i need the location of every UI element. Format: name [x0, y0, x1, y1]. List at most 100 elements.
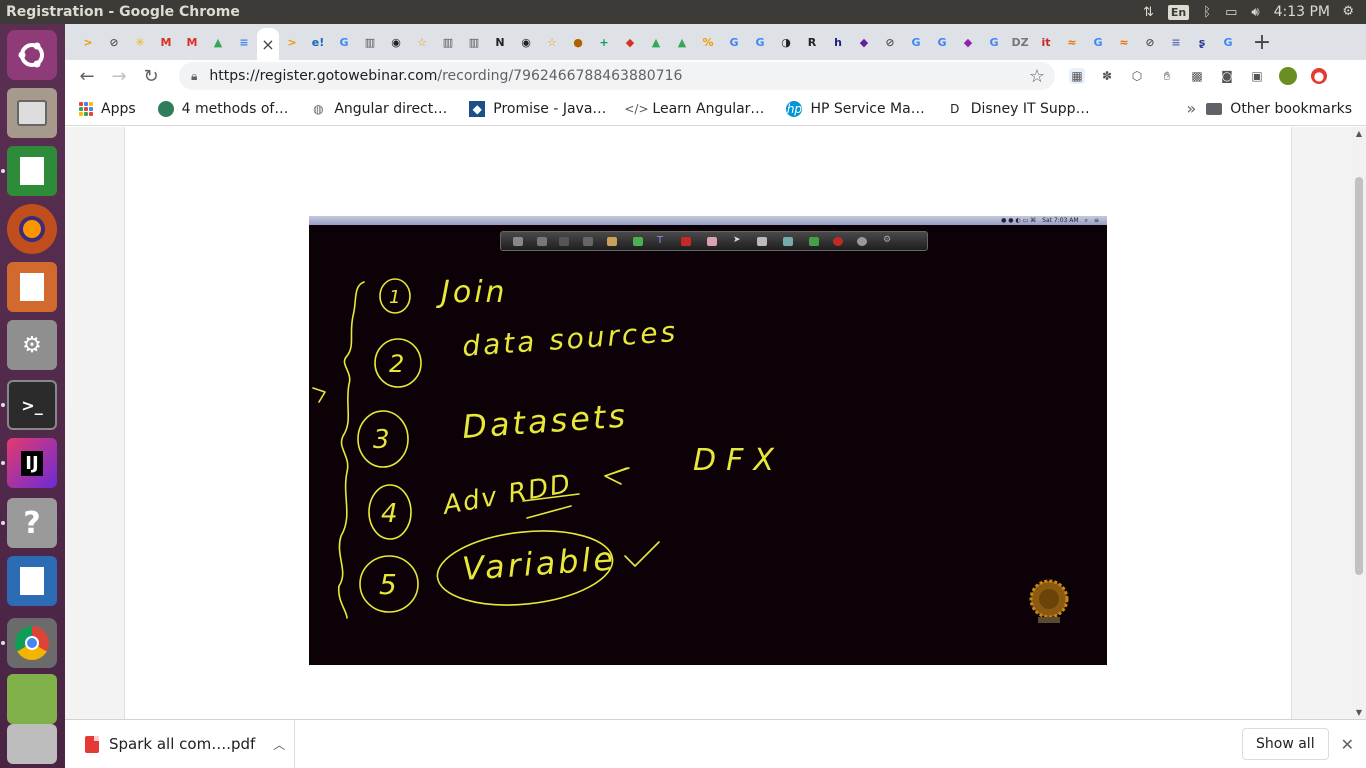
tab[interactable]: %	[695, 24, 721, 60]
other-bookmarks[interactable]: Other bookmarks	[1206, 101, 1352, 117]
libreoffice-writer-icon[interactable]	[7, 556, 57, 606]
bookmark-star-icon[interactable]: ☆	[1029, 66, 1045, 87]
keyboard-layout-indicator[interactable]: En	[1167, 4, 1190, 20]
tab[interactable]: ≈	[1111, 24, 1137, 60]
extension-paw-icon[interactable]: ✽	[1099, 68, 1115, 84]
tab[interactable]: ▲	[205, 24, 231, 60]
tab[interactable]: ⊘	[1137, 24, 1163, 60]
files-icon[interactable]	[7, 88, 57, 138]
tab[interactable]: ◉	[383, 24, 409, 60]
system-settings-icon[interactable]: ⚙	[7, 320, 57, 370]
tab[interactable]: G	[331, 24, 357, 60]
new-tab-button[interactable]: +	[1247, 30, 1277, 55]
tab[interactable]: N	[487, 24, 513, 60]
scroll-down-icon[interactable]: ▼	[1354, 708, 1364, 717]
tab[interactable]: ◑	[773, 24, 799, 60]
tab[interactable]: ▥	[435, 24, 461, 60]
libreoffice-calc-icon[interactable]	[7, 146, 57, 196]
tab[interactable]: ◉	[513, 24, 539, 60]
tab[interactable]: >	[279, 24, 305, 60]
extension-hex-icon[interactable]: ⬡	[1129, 68, 1145, 84]
battery-icon[interactable]: ▭	[1225, 5, 1237, 20]
tab[interactable]: ◆	[851, 24, 877, 60]
recording-video[interactable]: ● ● ◐ ▭ ⌘ Sat 7:03 AM ⌕ ≡ T ➤ ⚙ 1 Join 2…	[309, 216, 1107, 665]
tab-favicon-icon: ▥	[442, 35, 454, 49]
power-gear-icon[interactable]: ⚙	[1342, 4, 1354, 19]
tab[interactable]: ≡	[1163, 24, 1189, 60]
help-icon[interactable]: ?	[7, 498, 57, 548]
tab[interactable]: >	[75, 24, 101, 60]
tab[interactable]: ʂ	[1189, 24, 1215, 60]
tab[interactable]: G	[1215, 24, 1241, 60]
bookmark-apps[interactable]: Apps	[79, 101, 136, 117]
extension-window-icon[interactable]: ▣	[1249, 68, 1265, 84]
reload-button[interactable]: ↻	[135, 60, 167, 92]
tab[interactable]: ▥	[357, 24, 383, 60]
tab[interactable]: e!	[305, 24, 331, 60]
show-all-button[interactable]: Show all	[1242, 728, 1329, 760]
tab[interactable]: ◆	[617, 24, 643, 60]
tab[interactable]: ✳	[127, 24, 153, 60]
tab[interactable]: M	[153, 24, 179, 60]
tab[interactable]: ◆	[955, 24, 981, 60]
scroll-thumb[interactable]	[1355, 177, 1363, 575]
extension-red-icon[interactable]: ●	[1311, 68, 1327, 84]
lock-icon[interactable]: 🔒︎	[191, 69, 197, 84]
bookmark-item[interactable]: ◍ Angular direct…	[310, 101, 447, 117]
extension-hand-icon[interactable]: ✋︎	[1159, 68, 1175, 84]
chevron-up-icon[interactable]: ︿	[273, 736, 285, 753]
tab[interactable]: ≈	[1059, 24, 1085, 60]
extension-sheet-icon[interactable]: ▦	[1069, 68, 1085, 84]
tab[interactable]: ☆	[409, 24, 435, 60]
extension-camera-icon[interactable]: ◙	[1219, 68, 1235, 84]
tab[interactable]: ≡	[231, 24, 257, 60]
tab[interactable]: DZ	[1007, 24, 1033, 60]
bookmark-item[interactable]: 4 methods of…	[157, 100, 288, 117]
tab[interactable]: ☆	[539, 24, 565, 60]
bookmark-item[interactable]: D Disney IT Supp…	[947, 101, 1089, 117]
tab[interactable]: h	[825, 24, 851, 60]
tab[interactable]: ⊘	[101, 24, 127, 60]
bluetooth-icon[interactable]: ᛒ	[1203, 5, 1211, 20]
intellij-idea-icon[interactable]: IJ	[7, 438, 57, 488]
tab[interactable]: ▲	[669, 24, 695, 60]
tab[interactable]: ●	[565, 24, 591, 60]
terminal-icon[interactable]: >_	[7, 380, 57, 430]
scroll-up-icon[interactable]: ▲	[1354, 129, 1364, 138]
download-item[interactable]: Spark all com….pdf ︿	[85, 719, 295, 768]
clock[interactable]: 4:13 PM	[1274, 4, 1330, 20]
address-bar[interactable]: 🔒︎ https://register.gotowebinar.com/reco…	[179, 62, 1055, 90]
tab[interactable]: G	[929, 24, 955, 60]
tab[interactable]: ▲	[643, 24, 669, 60]
tab[interactable]: G	[981, 24, 1007, 60]
bookmark-item[interactable]: hp HP Service Ma…	[786, 100, 925, 117]
tab[interactable]: G	[721, 24, 747, 60]
tab[interactable]: ▥	[461, 24, 487, 60]
extension-grid-icon[interactable]: ▩	[1189, 68, 1205, 84]
firefox-icon[interactable]	[7, 204, 57, 254]
close-icon[interactable]: ✕	[1341, 735, 1354, 754]
page-scrollbar[interactable]: ▲ ▼	[1352, 127, 1366, 719]
forward-button[interactable]: →	[103, 60, 135, 92]
tab[interactable]: it	[1033, 24, 1059, 60]
tab[interactable]: G	[903, 24, 929, 60]
network-transfer-icon[interactable]: ⇅	[1143, 5, 1154, 20]
disks-icon[interactable]	[7, 724, 57, 764]
google-chrome-icon[interactable]	[7, 618, 57, 668]
tab[interactable]: G	[747, 24, 773, 60]
tab[interactable]: G	[1085, 24, 1111, 60]
libreoffice-impress-icon[interactable]	[7, 262, 57, 312]
back-button[interactable]: ←	[71, 60, 103, 92]
bookmark-item[interactable]: </> Learn Angular…	[624, 101, 764, 117]
profile-avatar[interactable]	[1279, 67, 1297, 85]
ubuntu-dash-icon[interactable]	[7, 30, 57, 80]
tab[interactable]: +	[591, 24, 617, 60]
tab[interactable]: M	[179, 24, 205, 60]
spreadsheet-app-icon[interactable]	[7, 674, 57, 724]
active-tab-close-icon[interactable]: ×	[257, 28, 279, 60]
tab[interactable]: R	[799, 24, 825, 60]
tab[interactable]: ⊘	[877, 24, 903, 60]
bookmark-item[interactable]: ◆ Promise - Java…	[469, 100, 606, 117]
volume-icon[interactable]: 🔊︎	[1251, 5, 1259, 20]
bookmarks-overflow-button[interactable]: »	[1187, 99, 1197, 118]
